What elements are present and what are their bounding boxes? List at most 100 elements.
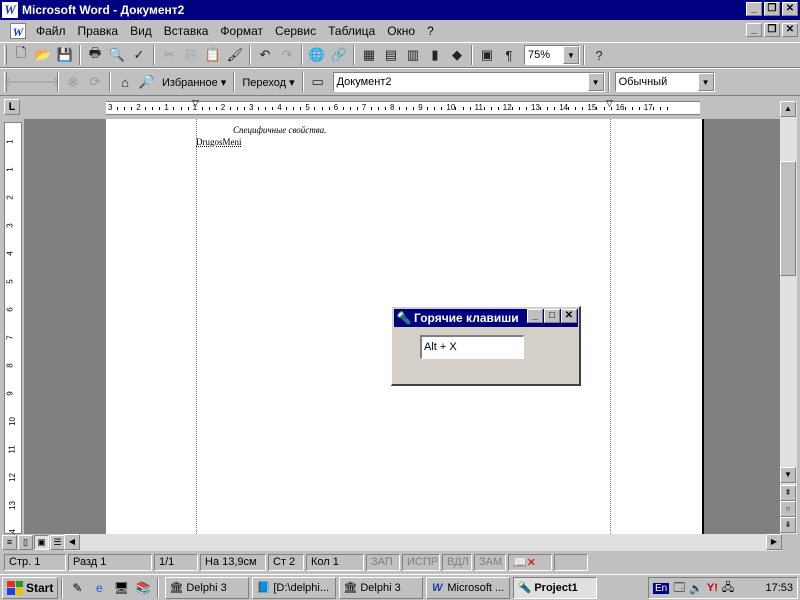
left-indent-marker[interactable]: ▽ <box>192 99 199 108</box>
paste-icon[interactable]: 📋 <box>202 44 224 66</box>
close-button[interactable]: ✕ <box>782 2 798 16</box>
ruler-strip[interactable]: 3 2 1 1 2 3 4 5 6 7 8 9 10 11 12 13 14 15 16 17 ▽ ▽ <box>106 99 700 115</box>
channels-icon[interactable]: 📚 <box>134 579 152 597</box>
menu-window[interactable]: Окно <box>381 24 421 38</box>
redo-icon[interactable]: ↷ <box>276 44 298 66</box>
copy-icon[interactable]: ⎘ <box>180 44 202 66</box>
quick-launch-pencil-icon[interactable]: ✎ <box>68 579 86 597</box>
document-icon[interactable]: W <box>10 22 26 39</box>
tables-borders-icon[interactable]: ▦ <box>358 44 380 66</box>
menu-edit[interactable]: Правка <box>72 24 125 38</box>
restore-button[interactable]: ❐ <box>764 2 780 16</box>
goto-button[interactable]: Переход ▾ <box>238 71 298 93</box>
online-layout-icon[interactable]: ▯ <box>18 535 33 550</box>
document-text-line[interactable]: Специфичные свойства. <box>233 125 326 135</box>
hotkey-input[interactable]: Alt + X <box>420 335 524 359</box>
status-rec[interactable]: ЗАП <box>366 553 400 571</box>
cut-icon[interactable]: ✂ <box>158 44 180 66</box>
scroll-right-button[interactable]: ▶ <box>766 534 782 550</box>
favorites-button[interactable]: Избранное ▾ <box>158 71 230 93</box>
select-browse-object-button[interactable]: ○ <box>780 501 796 517</box>
show-formatting-icon[interactable]: ¶ <box>498 44 520 66</box>
taskbar-button[interactable]: 🏛 Delphi 3 <box>165 576 250 599</box>
vertical-ruler[interactable]: 1 1 2 3 4 5 6 7 8 9 10 11 12 13 14 <box>4 122 22 538</box>
tab-selector[interactable]: L <box>4 99 20 115</box>
scroll-left-button[interactable]: ◀ <box>64 534 80 550</box>
save-icon[interactable]: 💾 <box>54 44 76 66</box>
taskbar-button[interactable]: 🏛 Delphi 3 <box>339 576 424 599</box>
hotkeys-minimize-button[interactable]: _ <box>527 309 543 323</box>
show-web-only-icon[interactable]: ▭ <box>307 71 329 93</box>
status-extend[interactable]: ВДЛ <box>442 553 472 571</box>
language-indicator[interactable]: En <box>653 582 670 594</box>
chevron-down-icon[interactable]: ▼ <box>563 46 579 64</box>
word-app-icon[interactable]: W <box>2 2 18 18</box>
new-document-icon[interactable]: 🗋 <box>10 44 32 66</box>
scroll-thumb[interactable] <box>780 161 796 276</box>
menu-format[interactable]: Формат <box>214 24 269 38</box>
hotkeys-window[interactable]: 🔦 Горячие клавиши _ □ ✕ Alt + X <box>391 306 581 386</box>
menu-table[interactable]: Таблица <box>322 24 381 38</box>
tray-network-icon[interactable]: 🖧 <box>722 579 734 598</box>
page-layout-icon[interactable]: ▣ <box>34 535 49 550</box>
start-button[interactable]: Start <box>2 576 59 599</box>
columns-icon[interactable]: ▮ <box>424 44 446 66</box>
refresh-icon[interactable]: ⟳ <box>84 71 106 93</box>
doc-close-button[interactable]: ✕ <box>782 23 798 37</box>
menu-help[interactable]: ? <box>421 24 440 38</box>
document-text-line[interactable]: DrugosMeni <box>196 137 242 147</box>
drawing-icon[interactable]: ◆ <box>446 44 468 66</box>
format-painter-icon[interactable]: 🖌 <box>224 44 246 66</box>
print-icon[interactable]: 🖶 <box>84 44 106 66</box>
horizontal-scrollbar[interactable]: ◀ ▶ <box>64 534 782 551</box>
insert-table-icon[interactable]: ▤ <box>380 44 402 66</box>
taskbar-button[interactable]: W Microsoft ... <box>426 576 511 599</box>
right-indent-marker[interactable]: ▽ <box>606 99 613 108</box>
hotkeys-maximize-button[interactable]: □ <box>544 309 560 323</box>
scroll-down-button[interactable]: ▼ <box>780 467 796 483</box>
tray-app-icon[interactable]: 🗔 <box>673 579 685 598</box>
menu-view[interactable]: Вид <box>124 24 158 38</box>
hyperlink-icon[interactable]: 🔗 <box>328 44 350 66</box>
forward-arrow-icon[interactable]: 🡒 <box>26 71 61 93</box>
hotkeys-close-button[interactable]: ✕ <box>561 309 577 323</box>
open-folder-icon[interactable]: 📂 <box>32 44 54 66</box>
normal-view-icon[interactable]: ≡ <box>2 535 17 550</box>
volume-icon[interactable]: 🔊 <box>689 582 703 595</box>
minimize-button[interactable]: _ <box>746 2 762 16</box>
taskbar-button[interactable]: 📘 [D:\delphi... <box>252 576 337 599</box>
home-icon[interactable]: ⌂ <box>114 71 136 93</box>
print-preview-icon[interactable]: 🔍 <box>106 44 128 66</box>
vertical-scrollbar[interactable]: ▲ ▼ ⇞ ○ ⇟ <box>780 101 797 534</box>
status-track[interactable]: ИСПР <box>402 553 440 571</box>
next-page-button[interactable]: ⇟ <box>780 517 796 533</box>
stop-icon[interactable]: ⊗ <box>62 71 84 93</box>
office-assistant-icon[interactable]: ? <box>588 44 610 66</box>
web-toolbar-icon[interactable]: 🌐 <box>306 44 328 66</box>
undo-icon[interactable]: ↶ <box>254 44 276 66</box>
toolbar-grip[interactable] <box>4 45 7 65</box>
menu-file[interactable]: Файл <box>30 24 72 38</box>
zoom-combo[interactable]: 75% ▼ <box>524 45 580 65</box>
desktop-icon[interactable]: 🖥 <box>112 579 130 597</box>
menu-insert[interactable]: Вставка <box>158 24 215 38</box>
chevron-down-icon[interactable]: ▼ <box>697 73 714 91</box>
search-web-icon[interactable]: 🔎 <box>136 71 158 93</box>
outline-view-icon[interactable]: ☰ <box>50 535 65 550</box>
previous-page-button[interactable]: ⇞ <box>780 485 796 501</box>
horizontal-ruler[interactable]: L 3 2 1 1 2 3 4 5 6 7 8 9 10 11 12 13 14 15 16 17 ▽ ▽ <box>0 97 800 119</box>
address-combo[interactable]: Документ2 ▼ <box>332 72 605 92</box>
menu-tools[interactable]: Сервис <box>269 24 322 38</box>
scroll-up-button[interactable]: ▲ <box>780 101 796 117</box>
spelling-icon[interactable]: ✓ <box>128 44 150 66</box>
insert-excel-icon[interactable]: ▥ <box>402 44 424 66</box>
tray-y-icon[interactable]: Y! <box>707 582 718 594</box>
doc-restore-button[interactable]: ❐ <box>764 23 780 37</box>
taskbar-button-active[interactable]: 🔦 Project1 <box>513 576 598 599</box>
doc-minimize-button[interactable]: _ <box>746 23 762 37</box>
spelling-status-icon[interactable]: 📖✕ <box>508 553 552 571</box>
internet-explorer-icon[interactable]: e <box>90 579 108 597</box>
style-combo[interactable]: Обычный ▼ <box>614 72 715 92</box>
document-map-icon[interactable]: ▣ <box>476 44 498 66</box>
chevron-down-icon[interactable]: ▼ <box>587 73 604 91</box>
